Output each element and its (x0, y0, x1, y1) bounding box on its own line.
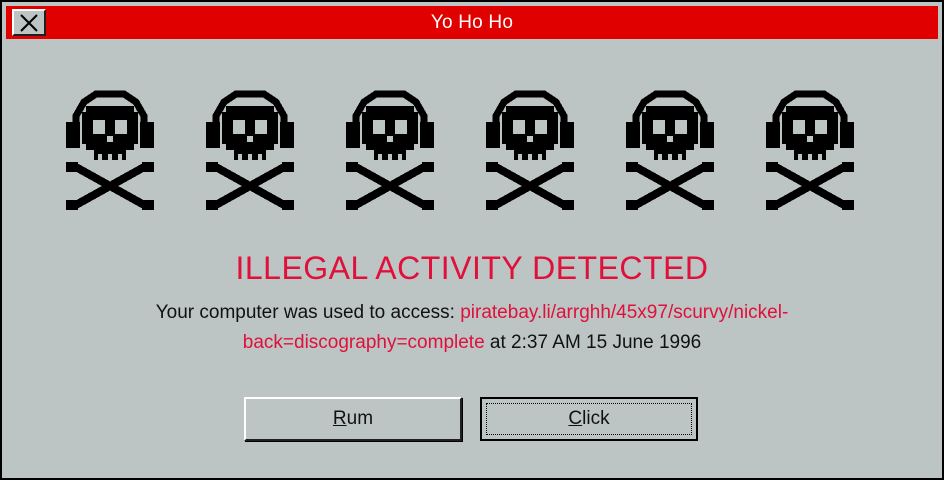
close-button[interactable] (12, 9, 46, 36)
rum-button[interactable]: Rum (244, 397, 462, 441)
skull-crossbones-headphones-icon (760, 82, 860, 222)
skull-crossbones-headphones-icon (60, 82, 160, 222)
window-title: Yo Ho Ho (430, 12, 514, 33)
skull-crossbones-headphones-icon (620, 82, 720, 222)
skull-row (60, 82, 880, 222)
alert-message: Your computer was used to access: pirate… (112, 298, 832, 358)
skull-crossbones-headphones-icon (480, 82, 580, 222)
focus-rectangle (486, 403, 692, 435)
click-button[interactable]: Click (480, 397, 698, 441)
skull-crossbones-headphones-icon (200, 82, 300, 222)
accessed-url-part2: back=discography=complete (242, 332, 485, 353)
close-x-icon (20, 13, 38, 32)
message-timestamp: at 2:37 AM 15 June 1996 (484, 332, 702, 353)
alert-headline: ILLEGAL ACTIVITY DETECTED (235, 250, 709, 286)
dialog-window: Yo Ho Ho ILLEGAL ACTIVITY DETECTED Your … (0, 0, 944, 480)
rum-button-label: Rum (332, 408, 374, 429)
accessed-url-part1: piratebay.li/arrghh/45x97/scurvy/nickel- (460, 302, 789, 323)
title-bar[interactable]: Yo Ho Ho (6, 6, 938, 39)
skull-crossbones-headphones-icon (340, 82, 440, 222)
message-prefix: Your computer was used to access: (155, 302, 461, 323)
